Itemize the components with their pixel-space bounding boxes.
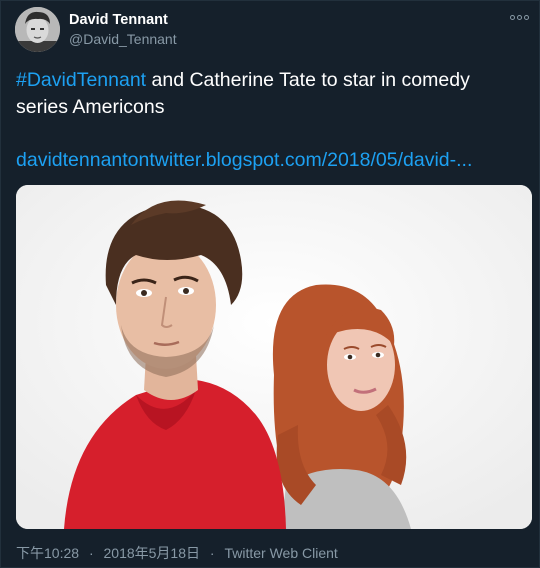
author-avatar[interactable] <box>15 7 60 52</box>
author-handle[interactable]: @David_Tennant <box>69 31 177 47</box>
tweet-card: David Tennant @David_Tennant #DavidTenna… <box>0 0 540 568</box>
tweet-footer: 下午10:28 · 2018年5月18日 · Twitter Web Clien… <box>16 543 338 563</box>
tweet-time[interactable]: 下午10:28 <box>16 545 79 561</box>
author-display-name[interactable]: David Tennant <box>69 12 168 28</box>
avatar-photo-icon <box>15 7 60 52</box>
hashtag-link[interactable]: #DavidTennant <box>16 69 146 91</box>
more-options-icon[interactable] <box>510 15 529 20</box>
more-dot <box>524 15 529 20</box>
more-dot <box>517 15 522 20</box>
more-dot <box>510 15 515 20</box>
tweet-date[interactable]: 2018年5月18日 <box>104 545 201 561</box>
photo-image <box>16 185 532 529</box>
tweet-url-link[interactable]: davidtennantontwitter.blogspot.com/2018/… <box>16 149 472 172</box>
tweet-text: #DavidTennant and Catherine Tate to star… <box>16 67 521 121</box>
footer-separator: · <box>209 545 215 561</box>
tweet-client[interactable]: Twitter Web Client <box>224 545 337 561</box>
tweet-photo[interactable] <box>16 185 532 529</box>
footer-separator: · <box>88 545 94 561</box>
